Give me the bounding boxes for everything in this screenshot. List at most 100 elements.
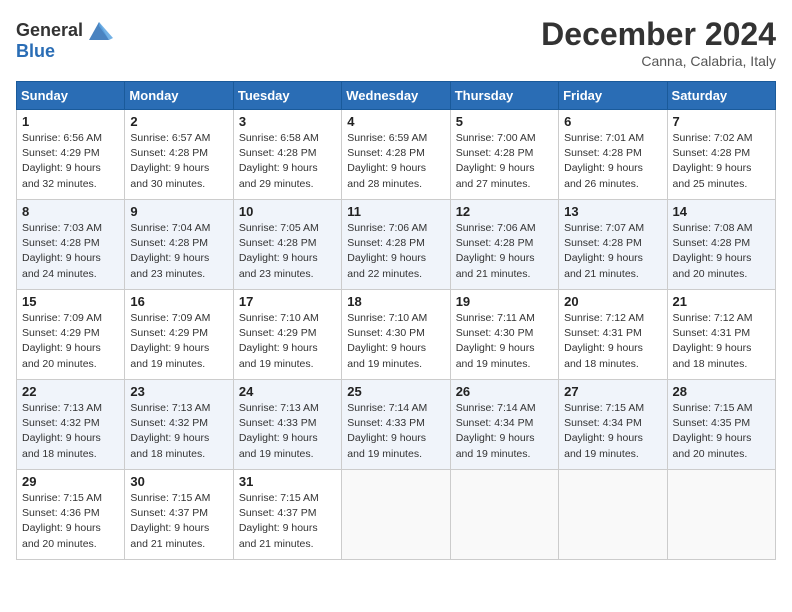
calendar-cell: 17 Sunrise: 7:10 AM Sunset: 4:29 PM Dayl… <box>233 290 341 380</box>
calendar-cell: 31 Sunrise: 7:15 AM Sunset: 4:37 PM Dayl… <box>233 470 341 560</box>
calendar-cell: 18 Sunrise: 7:10 AM Sunset: 4:30 PM Dayl… <box>342 290 450 380</box>
day-info: Sunrise: 7:09 AM Sunset: 4:29 PM Dayligh… <box>130 311 227 372</box>
day-info: Sunrise: 7:15 AM Sunset: 4:37 PM Dayligh… <box>239 491 336 552</box>
day-number: 17 <box>239 294 336 309</box>
weekday-header-saturday: Saturday <box>667 82 775 110</box>
day-info: Sunrise: 7:15 AM Sunset: 4:37 PM Dayligh… <box>130 491 227 552</box>
day-info: Sunrise: 7:07 AM Sunset: 4:28 PM Dayligh… <box>564 221 661 282</box>
calendar-cell: 10 Sunrise: 7:05 AM Sunset: 4:28 PM Dayl… <box>233 200 341 290</box>
day-info: Sunrise: 7:15 AM Sunset: 4:36 PM Dayligh… <box>22 491 119 552</box>
calendar-cell: 27 Sunrise: 7:15 AM Sunset: 4:34 PM Dayl… <box>559 380 667 470</box>
day-info: Sunrise: 7:12 AM Sunset: 4:31 PM Dayligh… <box>564 311 661 372</box>
calendar-cell: 23 Sunrise: 7:13 AM Sunset: 4:32 PM Dayl… <box>125 380 233 470</box>
calendar-cell: 2 Sunrise: 6:57 AM Sunset: 4:28 PM Dayli… <box>125 110 233 200</box>
day-number: 10 <box>239 204 336 219</box>
day-info: Sunrise: 6:56 AM Sunset: 4:29 PM Dayligh… <box>22 131 119 192</box>
calendar-cell: 6 Sunrise: 7:01 AM Sunset: 4:28 PM Dayli… <box>559 110 667 200</box>
day-number: 31 <box>239 474 336 489</box>
logo: General Blue <box>16 16 113 60</box>
day-number: 7 <box>673 114 770 129</box>
day-info: Sunrise: 7:14 AM Sunset: 4:33 PM Dayligh… <box>347 401 444 462</box>
calendar-cell: 3 Sunrise: 6:58 AM Sunset: 4:28 PM Dayli… <box>233 110 341 200</box>
weekday-header-row: SundayMondayTuesdayWednesdayThursdayFrid… <box>17 82 776 110</box>
day-number: 27 <box>564 384 661 399</box>
day-number: 25 <box>347 384 444 399</box>
day-info: Sunrise: 7:15 AM Sunset: 4:35 PM Dayligh… <box>673 401 770 462</box>
day-number: 22 <box>22 384 119 399</box>
day-number: 18 <box>347 294 444 309</box>
day-info: Sunrise: 6:57 AM Sunset: 4:28 PM Dayligh… <box>130 131 227 192</box>
day-number: 16 <box>130 294 227 309</box>
day-number: 20 <box>564 294 661 309</box>
calendar-cell: 22 Sunrise: 7:13 AM Sunset: 4:32 PM Dayl… <box>17 380 125 470</box>
day-number: 21 <box>673 294 770 309</box>
day-info: Sunrise: 7:08 AM Sunset: 4:28 PM Dayligh… <box>673 221 770 282</box>
page-header: General Blue December 2024 Canna, Calabr… <box>16 16 776 69</box>
calendar-cell: 7 Sunrise: 7:02 AM Sunset: 4:28 PM Dayli… <box>667 110 775 200</box>
day-info: Sunrise: 7:15 AM Sunset: 4:34 PM Dayligh… <box>564 401 661 462</box>
logo-icon <box>85 16 113 44</box>
calendar-cell: 24 Sunrise: 7:13 AM Sunset: 4:33 PM Dayl… <box>233 380 341 470</box>
day-info: Sunrise: 6:58 AM Sunset: 4:28 PM Dayligh… <box>239 131 336 192</box>
day-info: Sunrise: 7:06 AM Sunset: 4:28 PM Dayligh… <box>456 221 553 282</box>
calendar-cell: 16 Sunrise: 7:09 AM Sunset: 4:29 PM Dayl… <box>125 290 233 380</box>
day-number: 24 <box>239 384 336 399</box>
weekday-header-tuesday: Tuesday <box>233 82 341 110</box>
calendar-cell: 9 Sunrise: 7:04 AM Sunset: 4:28 PM Dayli… <box>125 200 233 290</box>
day-number: 2 <box>130 114 227 129</box>
calendar-table: SundayMondayTuesdayWednesdayThursdayFrid… <box>16 81 776 560</box>
day-info: Sunrise: 7:04 AM Sunset: 4:28 PM Dayligh… <box>130 221 227 282</box>
calendar-cell: 14 Sunrise: 7:08 AM Sunset: 4:28 PM Dayl… <box>667 200 775 290</box>
weekday-header-monday: Monday <box>125 82 233 110</box>
day-info: Sunrise: 7:14 AM Sunset: 4:34 PM Dayligh… <box>456 401 553 462</box>
calendar-cell <box>342 470 450 560</box>
day-info: Sunrise: 7:00 AM Sunset: 4:28 PM Dayligh… <box>456 131 553 192</box>
title-block: December 2024 Canna, Calabria, Italy <box>541 16 776 69</box>
day-number: 30 <box>130 474 227 489</box>
day-number: 28 <box>673 384 770 399</box>
day-number: 19 <box>456 294 553 309</box>
calendar-cell: 19 Sunrise: 7:11 AM Sunset: 4:30 PM Dayl… <box>450 290 558 380</box>
day-number: 14 <box>673 204 770 219</box>
day-number: 12 <box>456 204 553 219</box>
calendar-cell: 12 Sunrise: 7:06 AM Sunset: 4:28 PM Dayl… <box>450 200 558 290</box>
day-info: Sunrise: 7:12 AM Sunset: 4:31 PM Dayligh… <box>673 311 770 372</box>
calendar-cell: 30 Sunrise: 7:15 AM Sunset: 4:37 PM Dayl… <box>125 470 233 560</box>
day-info: Sunrise: 7:10 AM Sunset: 4:29 PM Dayligh… <box>239 311 336 372</box>
calendar-title: December 2024 <box>541 16 776 53</box>
calendar-cell <box>559 470 667 560</box>
day-number: 13 <box>564 204 661 219</box>
calendar-cell: 20 Sunrise: 7:12 AM Sunset: 4:31 PM Dayl… <box>559 290 667 380</box>
day-number: 4 <box>347 114 444 129</box>
calendar-cell: 25 Sunrise: 7:14 AM Sunset: 4:33 PM Dayl… <box>342 380 450 470</box>
calendar-cell: 29 Sunrise: 7:15 AM Sunset: 4:36 PM Dayl… <box>17 470 125 560</box>
calendar-week-row: 29 Sunrise: 7:15 AM Sunset: 4:36 PM Dayl… <box>17 470 776 560</box>
day-info: Sunrise: 7:09 AM Sunset: 4:29 PM Dayligh… <box>22 311 119 372</box>
calendar-cell: 13 Sunrise: 7:07 AM Sunset: 4:28 PM Dayl… <box>559 200 667 290</box>
weekday-header-thursday: Thursday <box>450 82 558 110</box>
calendar-cell: 15 Sunrise: 7:09 AM Sunset: 4:29 PM Dayl… <box>17 290 125 380</box>
day-info: Sunrise: 7:13 AM Sunset: 4:32 PM Dayligh… <box>22 401 119 462</box>
day-info: Sunrise: 7:05 AM Sunset: 4:28 PM Dayligh… <box>239 221 336 282</box>
logo-text-blue: Blue <box>16 42 113 60</box>
day-number: 8 <box>22 204 119 219</box>
calendar-week-row: 8 Sunrise: 7:03 AM Sunset: 4:28 PM Dayli… <box>17 200 776 290</box>
calendar-cell: 21 Sunrise: 7:12 AM Sunset: 4:31 PM Dayl… <box>667 290 775 380</box>
calendar-week-row: 1 Sunrise: 6:56 AM Sunset: 4:29 PM Dayli… <box>17 110 776 200</box>
calendar-cell: 11 Sunrise: 7:06 AM Sunset: 4:28 PM Dayl… <box>342 200 450 290</box>
day-info: Sunrise: 7:11 AM Sunset: 4:30 PM Dayligh… <box>456 311 553 372</box>
calendar-subtitle: Canna, Calabria, Italy <box>541 53 776 69</box>
weekday-header-friday: Friday <box>559 82 667 110</box>
day-info: Sunrise: 7:01 AM Sunset: 4:28 PM Dayligh… <box>564 131 661 192</box>
calendar-cell: 8 Sunrise: 7:03 AM Sunset: 4:28 PM Dayli… <box>17 200 125 290</box>
calendar-cell: 1 Sunrise: 6:56 AM Sunset: 4:29 PM Dayli… <box>17 110 125 200</box>
day-info: Sunrise: 7:13 AM Sunset: 4:32 PM Dayligh… <box>130 401 227 462</box>
calendar-cell: 26 Sunrise: 7:14 AM Sunset: 4:34 PM Dayl… <box>450 380 558 470</box>
calendar-week-row: 22 Sunrise: 7:13 AM Sunset: 4:32 PM Dayl… <box>17 380 776 470</box>
day-number: 6 <box>564 114 661 129</box>
calendar-cell: 28 Sunrise: 7:15 AM Sunset: 4:35 PM Dayl… <box>667 380 775 470</box>
calendar-week-row: 15 Sunrise: 7:09 AM Sunset: 4:29 PM Dayl… <box>17 290 776 380</box>
day-info: Sunrise: 7:02 AM Sunset: 4:28 PM Dayligh… <box>673 131 770 192</box>
day-number: 29 <box>22 474 119 489</box>
day-number: 9 <box>130 204 227 219</box>
